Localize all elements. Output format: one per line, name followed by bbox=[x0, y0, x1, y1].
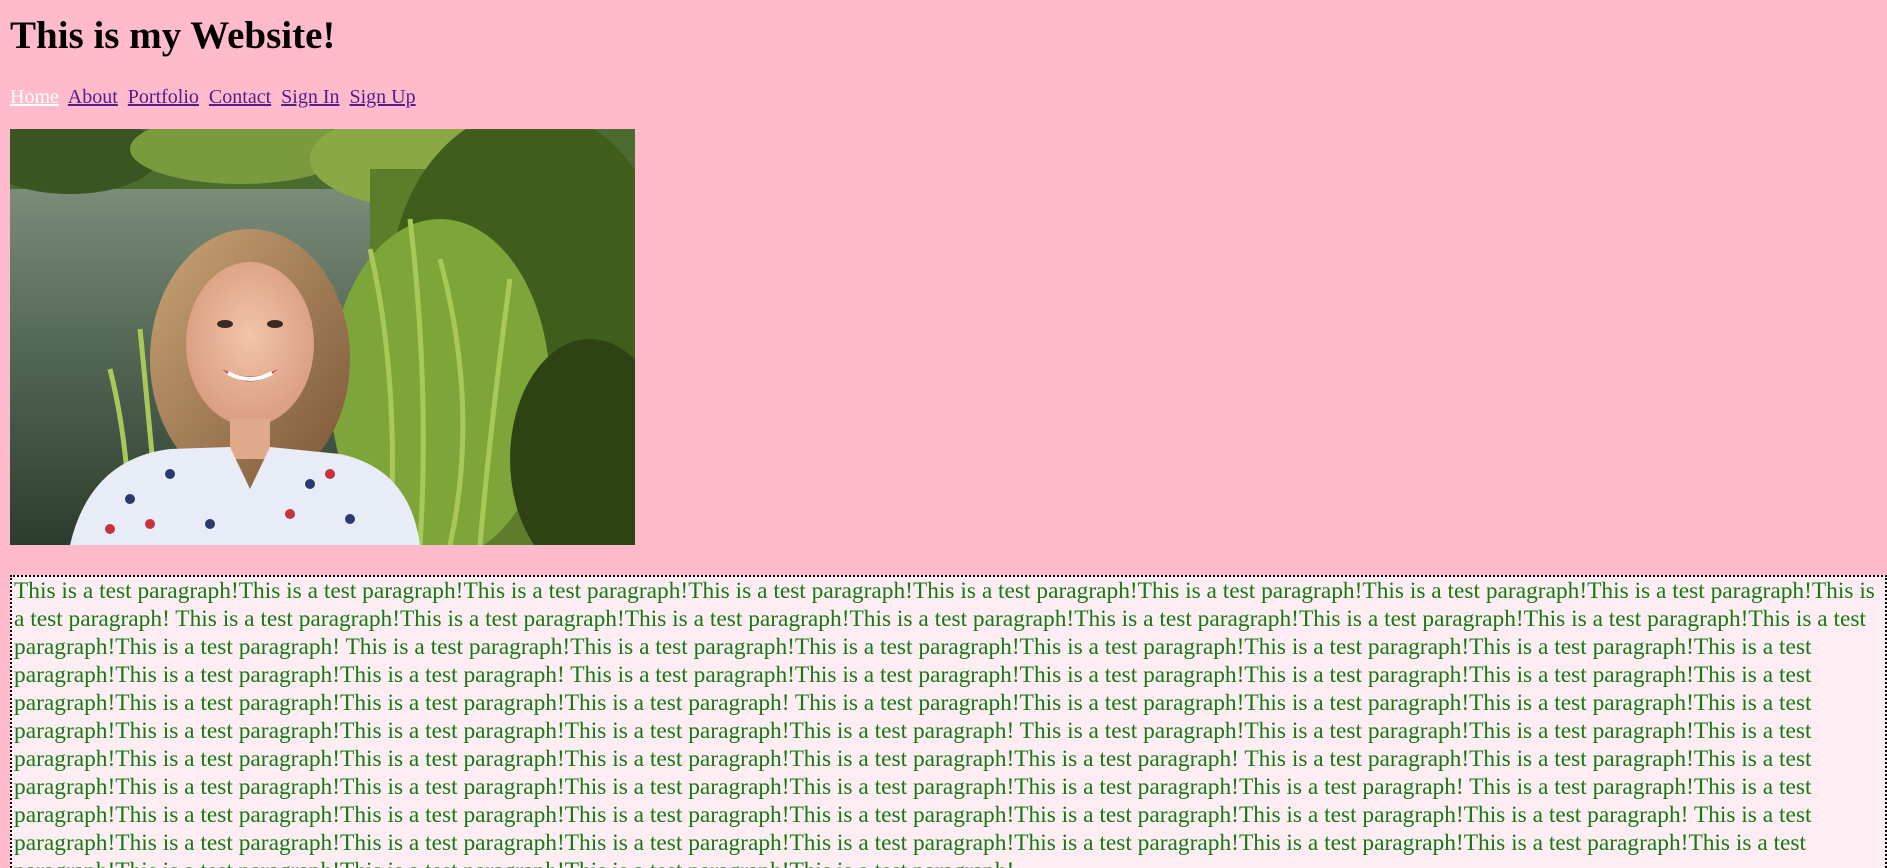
nav-link-about[interactable]: About bbox=[68, 86, 118, 108]
nav-link-sign-up[interactable]: Sign Up bbox=[349, 86, 415, 108]
nav-link-portfolio[interactable]: Portfolio bbox=[128, 86, 199, 108]
page-title: This is my Website! bbox=[10, 14, 336, 57]
nav-link-contact[interactable]: Contact bbox=[209, 86, 271, 108]
profile-photo bbox=[10, 129, 635, 545]
nav-link-home[interactable]: Home bbox=[10, 86, 59, 108]
content-box: This is a test paragraph!This is a test … bbox=[10, 575, 1887, 868]
main-nav: Home About Portfolio Contact Sign In Sig… bbox=[10, 84, 421, 110]
nav-link-sign-in[interactable]: Sign In bbox=[281, 86, 339, 108]
page: This is my Website! Home About Portfolio… bbox=[10, 0, 1887, 868]
test-paragraph: This is a test paragraph!This is a test … bbox=[14, 578, 1875, 868]
